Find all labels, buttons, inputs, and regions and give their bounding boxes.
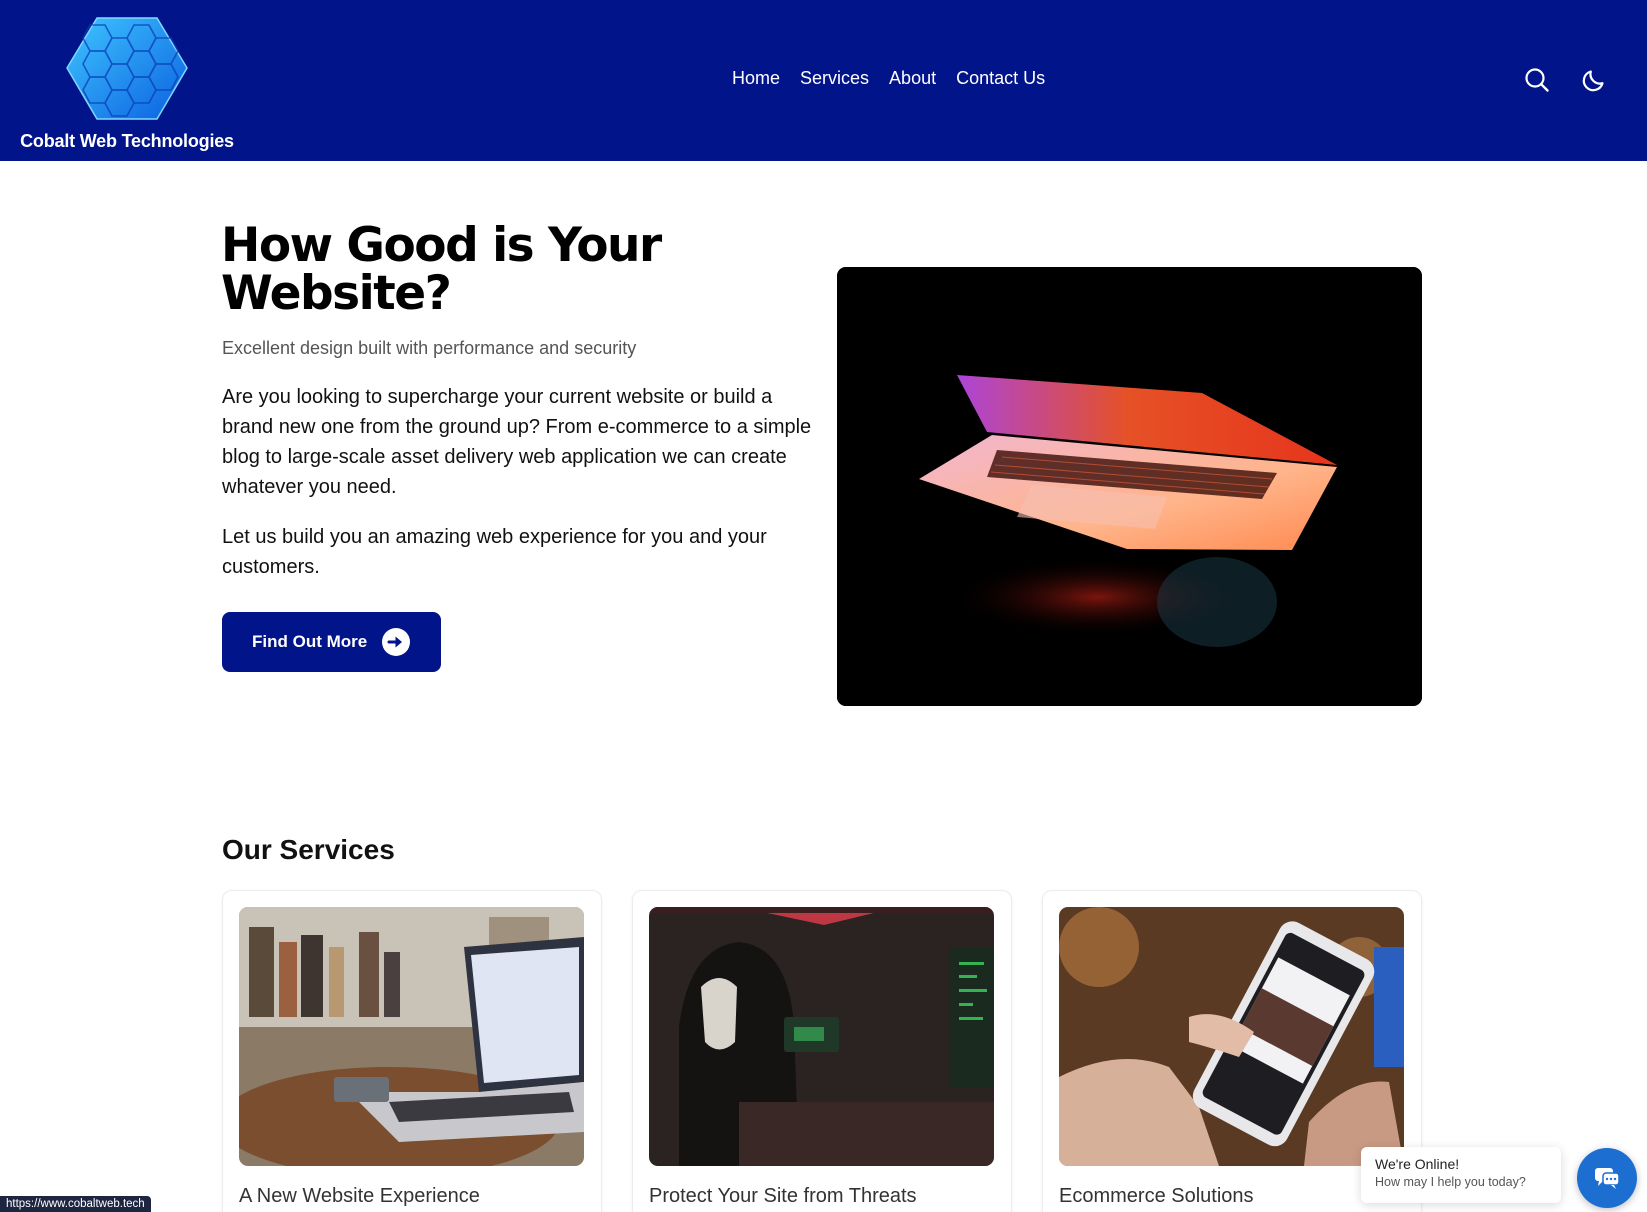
hero-paragraph: Are you looking to supercharge your curr…: [222, 386, 812, 498]
laptop-on-table-image: [239, 907, 584, 1166]
card-title-ecommerce: Ecommerce Solutions: [1059, 1185, 1254, 1207]
hero-title: How Good is Your Website?: [221, 218, 662, 321]
find-out-more-label: Find Out More: [252, 632, 368, 651]
arrow-circle-right-icon: [382, 628, 410, 656]
services-heading: Our Services: [222, 834, 395, 865]
chat-launcher-button[interactable]: [1577, 1148, 1637, 1208]
moon-icon[interactable]: [1581, 67, 1607, 93]
site-header: Cobalt Web Technologies Home Services Ab…: [0, 0, 1647, 161]
nav-services[interactable]: Services: [800, 68, 869, 89]
chat-icon: [1595, 1168, 1620, 1189]
hero-subtitle: Excellent design built with performance …: [222, 338, 637, 358]
search-icon[interactable]: [1524, 67, 1550, 93]
hooded-hacker-image: [649, 907, 994, 1166]
chat-status: We're Online!: [1375, 1156, 1460, 1172]
hero-paragraph-secondary: Let us build you an amazing web experien…: [222, 526, 767, 578]
status-bar-url: https://www.cobaltweb.tech: [0, 1196, 151, 1212]
nav-home[interactable]: Home: [732, 68, 780, 89]
chat-greeting-bubble[interactable]: We're Online! How may I help you today?: [1361, 1147, 1561, 1203]
card-title-website: A New Website Experience: [239, 1185, 480, 1207]
laptop-glow-image: [837, 267, 1422, 706]
find-out-more-button[interactable]: Find Out More: [222, 612, 441, 672]
chat-prompt: How may I help you today?: [1375, 1175, 1526, 1189]
brand-logo[interactable]: Cobalt Web Technologies: [14, 16, 240, 152]
phone-shopping-image: [1059, 907, 1404, 1166]
brand-name: Cobalt Web Technologies: [20, 131, 234, 151]
nav-contact-us[interactable]: Contact Us: [956, 68, 1045, 89]
nav-about[interactable]: About: [889, 68, 936, 89]
main-nav: Home Services About Contact Us: [732, 68, 1045, 89]
service-card-security[interactable]: Protect Your Site from Threats: [632, 890, 1012, 1212]
hexagon-logo-icon: [66, 17, 188, 120]
card-title-security: Protect Your Site from Threats: [649, 1185, 917, 1207]
service-card-website[interactable]: A New Website Experience: [222, 890, 602, 1212]
